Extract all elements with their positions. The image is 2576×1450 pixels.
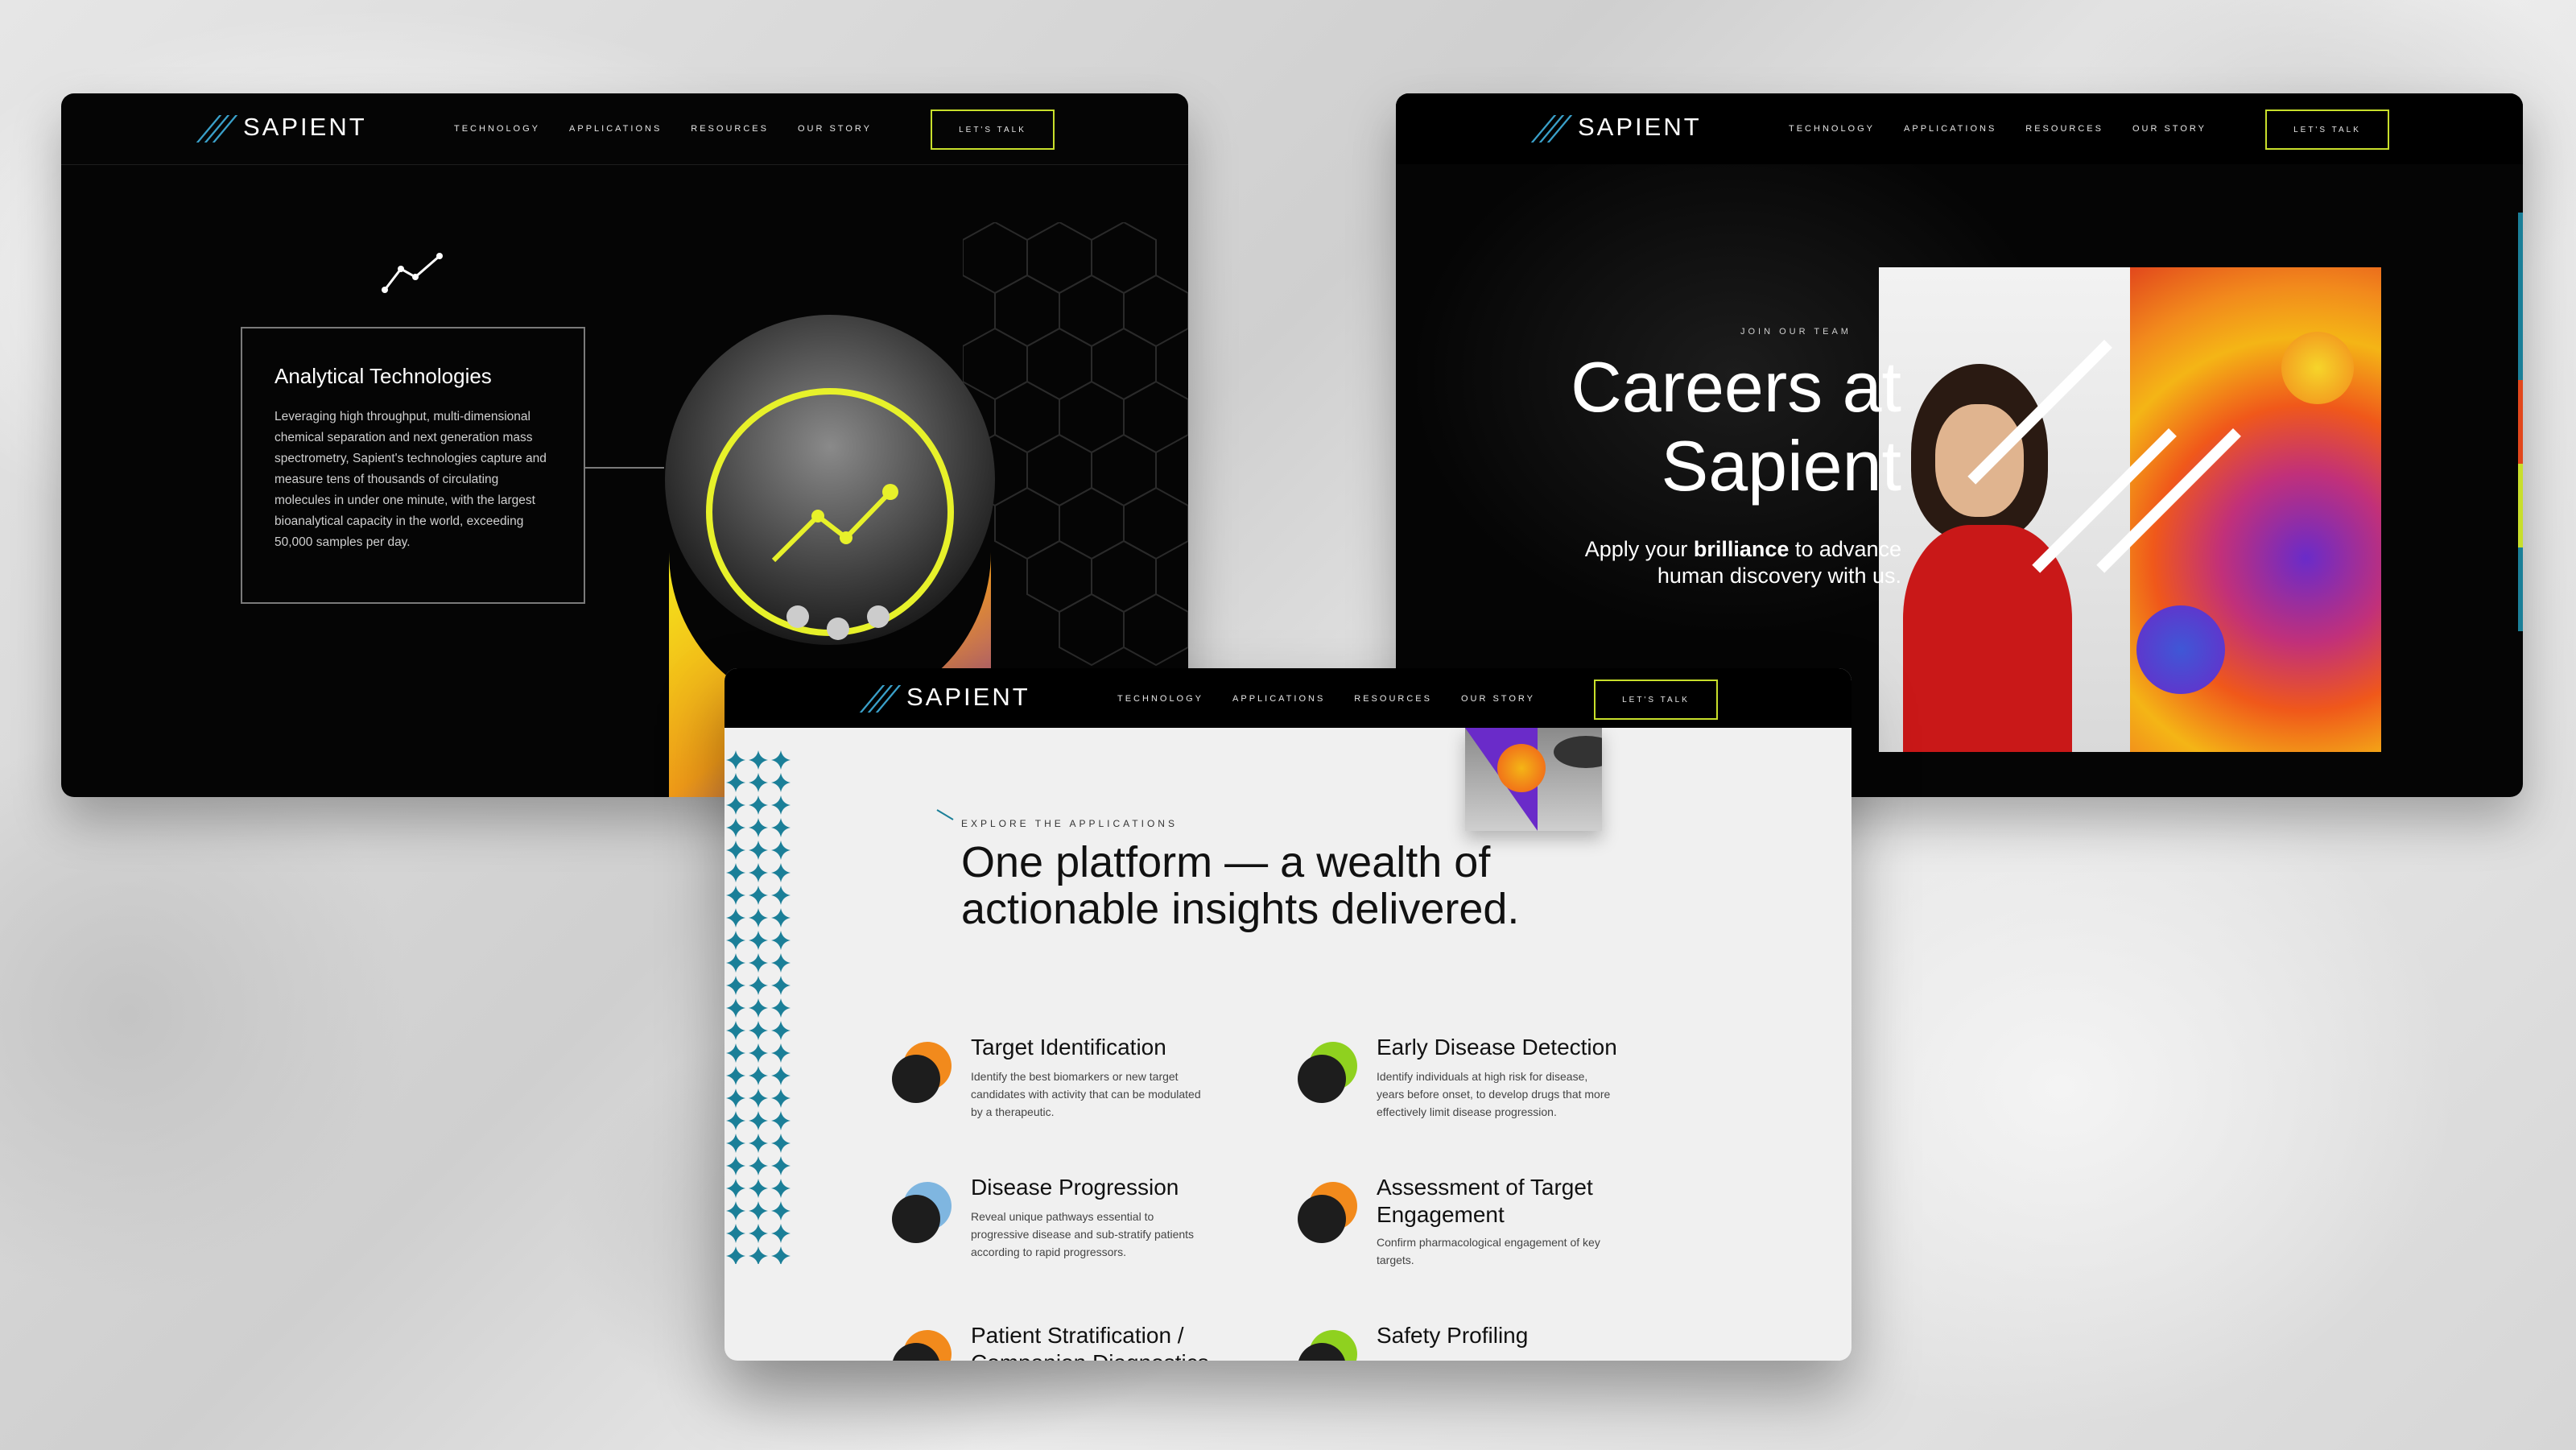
logo-text: SAPIENT xyxy=(243,113,367,141)
lets-talk-button[interactable]: LET'S TALK xyxy=(931,109,1055,150)
join-our-team-eyebrow: JOIN OUR TEAM xyxy=(1740,327,1852,337)
nav-resources[interactable]: RESOURCES xyxy=(1354,694,1432,704)
nav-links: TECHNOLOGY APPLICATIONS RESOURCES OUR ST… xyxy=(1117,694,1535,704)
analytical-technologies-box: Analytical Technologies Leveraging high … xyxy=(241,327,585,604)
eyebrow-slash-icon xyxy=(936,809,954,820)
subtitle-post: to advance xyxy=(1789,537,1901,561)
applications-headline: One platform — a wealth of actionable in… xyxy=(961,839,1519,932)
connector-line xyxy=(585,467,664,469)
disease-progression-icon xyxy=(892,1182,952,1243)
app-desc: Identify the best biomarkers or new targ… xyxy=(971,1070,1201,1118)
applications-screen: SAPIENT TECHNOLOGY APPLICATIONS RESOURCE… xyxy=(724,668,1852,1361)
app-desc: Reveal unique pathways essential to prog… xyxy=(971,1210,1195,1258)
subtitle-bold: brilliance xyxy=(1693,537,1790,561)
logo-mark-icon xyxy=(859,685,902,713)
nav-technology[interactable]: TECHNOLOGY xyxy=(454,124,540,134)
target-identification-icon xyxy=(892,1042,952,1103)
nav-our-story[interactable]: OUR STORY xyxy=(1461,694,1535,704)
sapient-logo[interactable]: SAPIENT xyxy=(1530,113,1702,143)
app-title: Assessment of Target Engagement xyxy=(1377,1175,1593,1227)
target-engagement-icon xyxy=(1298,1182,1357,1243)
box-body: Leveraging high throughput, multi-dimens… xyxy=(275,410,547,549)
logo-text: SAPIENT xyxy=(1578,113,1702,141)
app-title: Target Identification xyxy=(971,1035,1166,1060)
app-title: Early Disease Detection xyxy=(1377,1035,1617,1060)
app-desc: Identify individuals at high risk for di… xyxy=(1377,1070,1611,1118)
top-nav: SAPIENT TECHNOLOGY APPLICATIONS RESOURCE… xyxy=(61,93,1188,165)
careers-title: Careers at Sapient xyxy=(1571,348,1901,506)
careers-title-line1: Careers at xyxy=(1571,347,1901,427)
nav-links: TECHNOLOGY APPLICATIONS RESOURCES OUR ST… xyxy=(1789,124,2207,134)
headline-bold1: wealth of xyxy=(1316,838,1491,886)
box-title: Analytical Technologies xyxy=(275,364,492,388)
subtitle-line2: human discovery with us. xyxy=(1657,564,1901,588)
eye-image xyxy=(1465,728,1602,831)
explore-eyebrow: EXPLORE THE APPLICATIONS xyxy=(961,818,1178,829)
nav-resources[interactable]: RESOURCES xyxy=(2025,124,2103,134)
side-color-bar xyxy=(2518,213,2523,631)
logo-mark-icon xyxy=(196,115,238,143)
nav-our-story[interactable]: OUR STORY xyxy=(2132,124,2207,134)
nav-technology[interactable]: TECHNOLOGY xyxy=(1117,694,1203,704)
app-title: Disease Progression xyxy=(971,1175,1179,1200)
careers-subtitle: Apply your brilliance to advance human d… xyxy=(1585,536,1901,589)
lets-talk-button[interactable]: LET'S TALK xyxy=(2265,109,2389,150)
nav-applications[interactable]: APPLICATIONS xyxy=(569,124,662,134)
app-title: Patient Stratification / Companion Diagn… xyxy=(971,1323,1209,1361)
headline-bold2: actionable insights delivered. xyxy=(961,885,1520,933)
nav-links: TECHNOLOGY APPLICATIONS RESOURCES OUR ST… xyxy=(454,124,872,134)
app-title: Safety Profiling xyxy=(1377,1323,1529,1348)
subtitle-pre: Apply your xyxy=(1584,537,1694,561)
nav-our-story[interactable]: OUR STORY xyxy=(798,124,872,134)
careers-hero-image xyxy=(1879,267,2381,752)
top-nav: SAPIENT TECHNOLOGY APPLICATIONS RESOURCE… xyxy=(724,668,1852,728)
lets-talk-button[interactable]: LET'S TALK xyxy=(1594,680,1718,720)
star-pattern xyxy=(724,749,792,1264)
logo-mark-icon xyxy=(1530,115,1573,143)
nav-applications[interactable]: APPLICATIONS xyxy=(1232,694,1325,704)
line-chart-icon xyxy=(382,253,443,293)
sapient-logo[interactable]: SAPIENT xyxy=(196,113,367,143)
top-nav: SAPIENT TECHNOLOGY APPLICATIONS RESOURCE… xyxy=(1396,93,2523,164)
headline-light: One platform — a xyxy=(961,838,1317,886)
sapient-logo[interactable]: SAPIENT xyxy=(859,683,1030,713)
nav-technology[interactable]: TECHNOLOGY xyxy=(1789,124,1875,134)
careers-title-line2: Sapient xyxy=(1661,426,1901,506)
patient-stratification-icon xyxy=(893,1330,952,1361)
early-disease-detection-icon xyxy=(1298,1042,1357,1103)
nav-resources[interactable]: RESOURCES xyxy=(691,124,769,134)
app-desc: Confirm pharmacological engagement of ke… xyxy=(1377,1236,1600,1266)
safety-profiling-icon xyxy=(1298,1330,1357,1361)
logo-text: SAPIENT xyxy=(906,683,1030,711)
nav-applications[interactable]: APPLICATIONS xyxy=(1904,124,1996,134)
